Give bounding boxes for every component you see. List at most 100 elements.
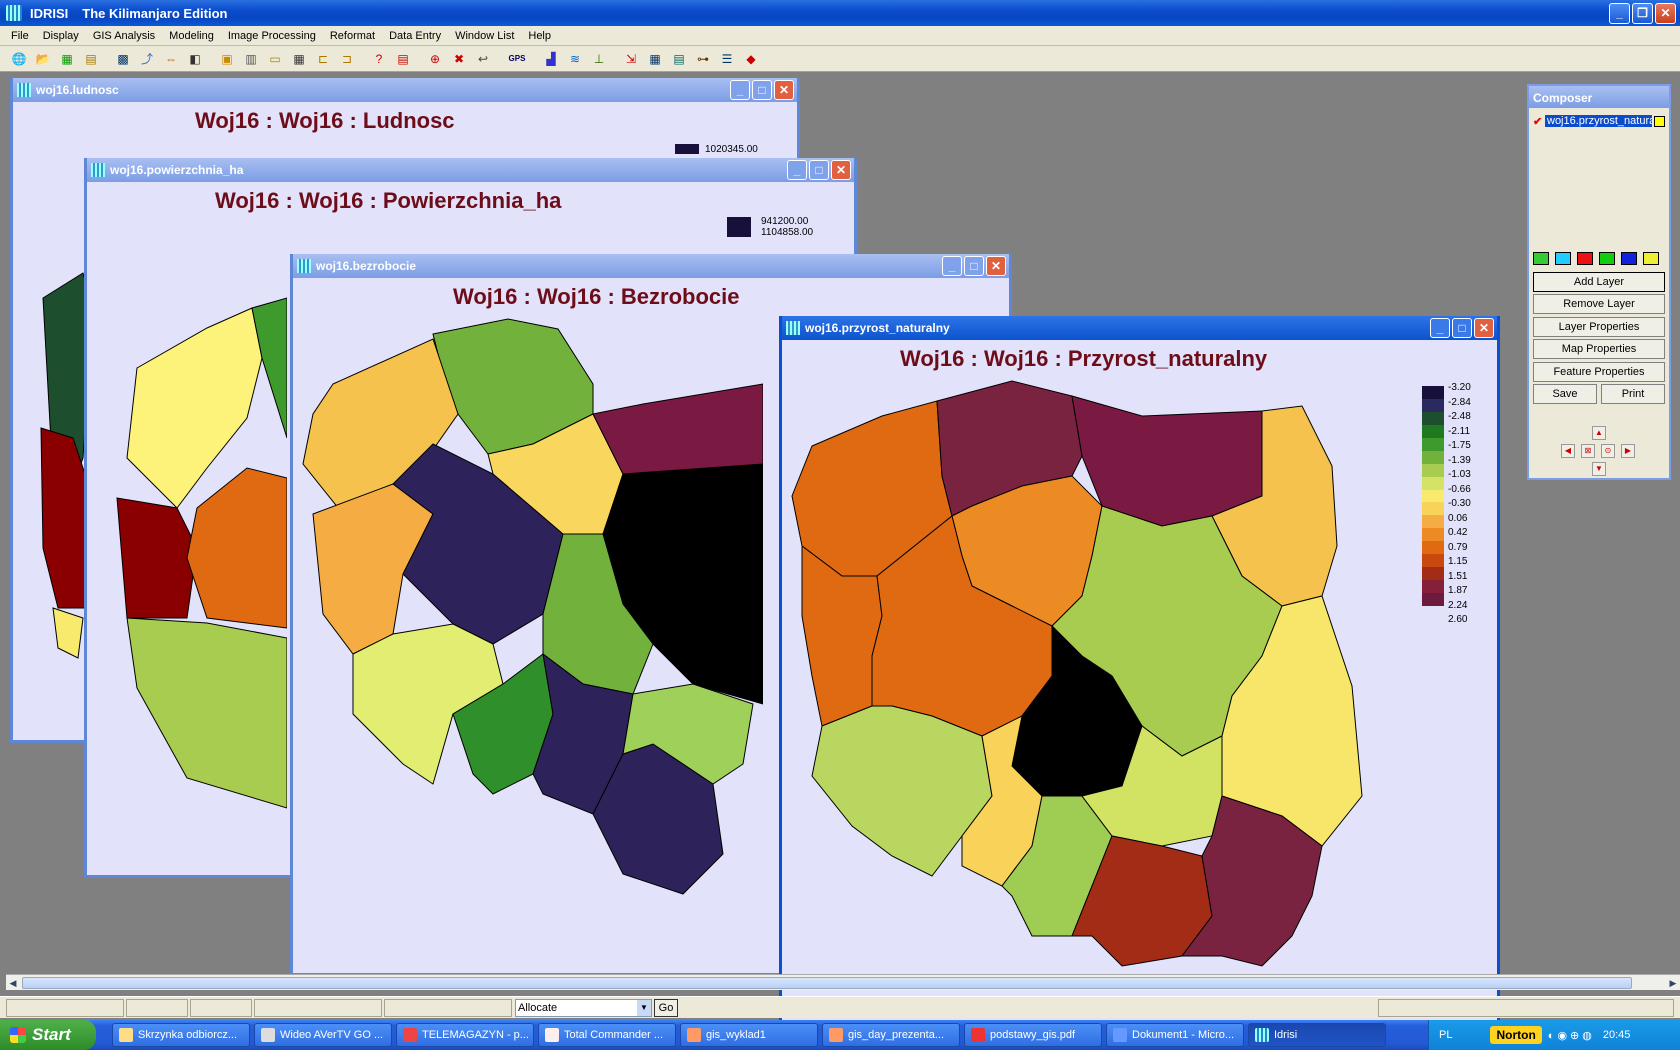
menu-display[interactable]: Display <box>36 30 86 42</box>
zoom-window-icon[interactable]: ⊠ <box>1581 444 1595 458</box>
gps-icon[interactable]: GPS <box>504 49 530 69</box>
pan-right-icon[interactable]: ▶ <box>1621 444 1635 458</box>
surface-icon[interactable]: ≋ <box>564 49 586 69</box>
cyan-layer-icon[interactable] <box>1555 252 1571 265</box>
query-icon[interactable]: ? <box>368 49 390 69</box>
save-button[interactable]: Save <box>1533 384 1597 404</box>
digitize-icon[interactable]: ⤴ <box>136 49 158 69</box>
taskbar-item[interactable]: Total Commander ... <box>538 1023 676 1047</box>
map-window-przyrost[interactable]: woj16.przyrost_naturalny _ □ ✕ Woj16 : Woj… <box>779 316 1500 1037</box>
restore-button[interactable]: ❐ <box>1632 3 1653 24</box>
overlay-icon[interactable]: ◧ <box>184 49 206 69</box>
map-properties-button[interactable]: Map Properties <box>1533 339 1665 359</box>
minimize-button[interactable]: _ <box>1430 318 1450 338</box>
add-layer-button[interactable]: Add Layer <box>1533 272 1665 292</box>
map-display-icon[interactable]: ▩ <box>112 49 134 69</box>
close-button[interactable]: ✕ <box>986 256 1006 276</box>
table-icon[interactable]: ▤ <box>80 49 102 69</box>
minimize-button[interactable]: _ <box>1609 3 1630 24</box>
taskbar-item[interactable]: Dokument1 - Micro... <box>1106 1023 1244 1047</box>
arrows-icon[interactable]: ⇔ <box>160 49 182 69</box>
close-button[interactable]: ✕ <box>831 160 851 180</box>
pan-up-icon[interactable]: ▲ <box>1592 426 1606 440</box>
red-layer-icon[interactable] <box>1577 252 1593 265</box>
norton-alert[interactable]: Norton <box>1490 1026 1542 1044</box>
eraser-icon[interactable]: ◆ <box>740 49 762 69</box>
layer-add-icon[interactable] <box>1533 252 1549 265</box>
go-button[interactable]: Go <box>654 999 678 1017</box>
link-icon[interactable]: ⊏ <box>312 49 334 69</box>
layer-list-item[interactable]: ✔ woj16.przyrost_naturalny <box>1533 114 1665 128</box>
layer-properties-button[interactable]: Layer Properties <box>1533 317 1665 337</box>
taskbar-item[interactable]: TELEMAGAZYN - p... <box>396 1023 534 1047</box>
green-layer-icon[interactable] <box>1599 252 1615 265</box>
minimize-button[interactable]: _ <box>942 256 962 276</box>
menu-gis-analysis[interactable]: GIS Analysis <box>86 30 162 42</box>
layer-name[interactable]: woj16.przyrost_naturalny <box>1545 115 1652 127</box>
database-icon[interactable]: ▤ <box>668 49 690 69</box>
taskbar-item[interactable]: Wideo AVerTV GO ... <box>254 1023 392 1047</box>
edit-table-icon[interactable]: ▤ <box>392 49 414 69</box>
taskbar-item[interactable]: Skrzynka odbiorcz... <box>112 1023 250 1047</box>
zoom-center-icon[interactable]: ⊙ <box>1601 444 1615 458</box>
scroll-thumb[interactable] <box>22 977 1632 989</box>
remove-layer-button[interactable]: Remove Layer <box>1533 294 1665 314</box>
menu-reformat[interactable]: Reformat <box>323 30 382 42</box>
menu-file[interactable]: File <box>4 30 36 42</box>
list-icon[interactable]: ☰ <box>716 49 738 69</box>
checkmark-icon[interactable]: ✔ <box>1533 115 1545 128</box>
start-button[interactable]: Start <box>0 1020 96 1050</box>
window-titlebar[interactable]: woj16.powierzchnia_ha _ □ ✕ <box>87 158 854 182</box>
maximize-button[interactable]: □ <box>809 160 829 180</box>
feature-properties-button[interactable]: Feature Properties <box>1533 362 1665 382</box>
target-icon[interactable]: ⊕ <box>424 49 446 69</box>
language-indicator[interactable]: PL <box>1439 1029 1452 1041</box>
menu-modeling[interactable]: Modeling <box>162 30 221 42</box>
delete-icon[interactable]: ✖ <box>448 49 470 69</box>
taskbar-item[interactable]: Idrisi <box>1248 1023 1386 1047</box>
taskbar-item[interactable]: gis_day_prezenta... <box>822 1023 960 1047</box>
raster-icon[interactable]: ▣ <box>216 49 238 69</box>
spreadsheet-icon[interactable]: ▦ <box>644 49 666 69</box>
map-canvas[interactable] <box>782 376 1412 976</box>
window-titlebar[interactable]: woj16.ludnosc _ □ ✕ <box>13 78 797 102</box>
compare-icon[interactable]: ⊐ <box>336 49 358 69</box>
map-canvas[interactable] <box>87 218 287 878</box>
grid-icon[interactable]: ▦ <box>288 49 310 69</box>
layers-icon[interactable]: ▦ <box>56 49 78 69</box>
menu-window-list[interactable]: Window List <box>448 30 521 42</box>
profile-icon[interactable]: ⊥ <box>588 49 610 69</box>
open-folder-icon[interactable]: 📂 <box>32 49 54 69</box>
taskbar-item[interactable]: podstawy_gis.pdf <box>964 1023 1102 1047</box>
horizontal-scrollbar[interactable]: ◀ ▶ <box>6 974 1680 990</box>
undo-icon[interactable]: ↩ <box>472 49 494 69</box>
scroll-right-icon[interactable]: ▶ <box>1666 975 1680 991</box>
allocate-select[interactable]: Allocate ▼ <box>515 999 652 1017</box>
map-canvas[interactable] <box>293 314 763 954</box>
bar-chart-icon[interactable]: ▟ <box>540 49 562 69</box>
close-button[interactable]: ✕ <box>1474 318 1494 338</box>
flow-icon[interactable]: ⊶ <box>692 49 714 69</box>
pan-left-icon[interactable]: ◀ <box>1561 444 1575 458</box>
maximize-button[interactable]: □ <box>752 80 772 100</box>
scroll-left-icon[interactable]: ◀ <box>6 975 20 991</box>
globe-icon[interactable]: 🌐 <box>8 49 30 69</box>
maximize-button[interactable]: □ <box>964 256 984 276</box>
close-button[interactable]: ✕ <box>1655 3 1676 24</box>
menu-help[interactable]: Help <box>521 30 558 42</box>
print-button[interactable]: Print <box>1601 384 1665 404</box>
maximize-button[interactable]: □ <box>1452 318 1472 338</box>
window-icon[interactable]: ▭ <box>264 49 286 69</box>
pan-down-icon[interactable]: ▼ <box>1592 462 1606 476</box>
histogram-icon[interactable]: ▥ <box>240 49 262 69</box>
overlay-layer-icon[interactable] <box>1643 252 1659 265</box>
menu-image-processing[interactable]: Image Processing <box>221 30 323 42</box>
layer-color-swatch[interactable] <box>1654 115 1665 127</box>
taskbar-item[interactable]: gis_wyklad1 <box>680 1023 818 1047</box>
chevron-down-icon[interactable]: ▼ <box>637 1000 651 1016</box>
menu-data-entry[interactable]: Data Entry <box>382 30 448 42</box>
close-button[interactable]: ✕ <box>774 80 794 100</box>
window-titlebar[interactable]: woj16.bezrobocie _ □ ✕ <box>293 254 1009 278</box>
window-titlebar[interactable]: woj16.przyrost_naturalny _ □ ✕ <box>782 316 1497 340</box>
import-icon[interactable]: ⇲ <box>620 49 642 69</box>
